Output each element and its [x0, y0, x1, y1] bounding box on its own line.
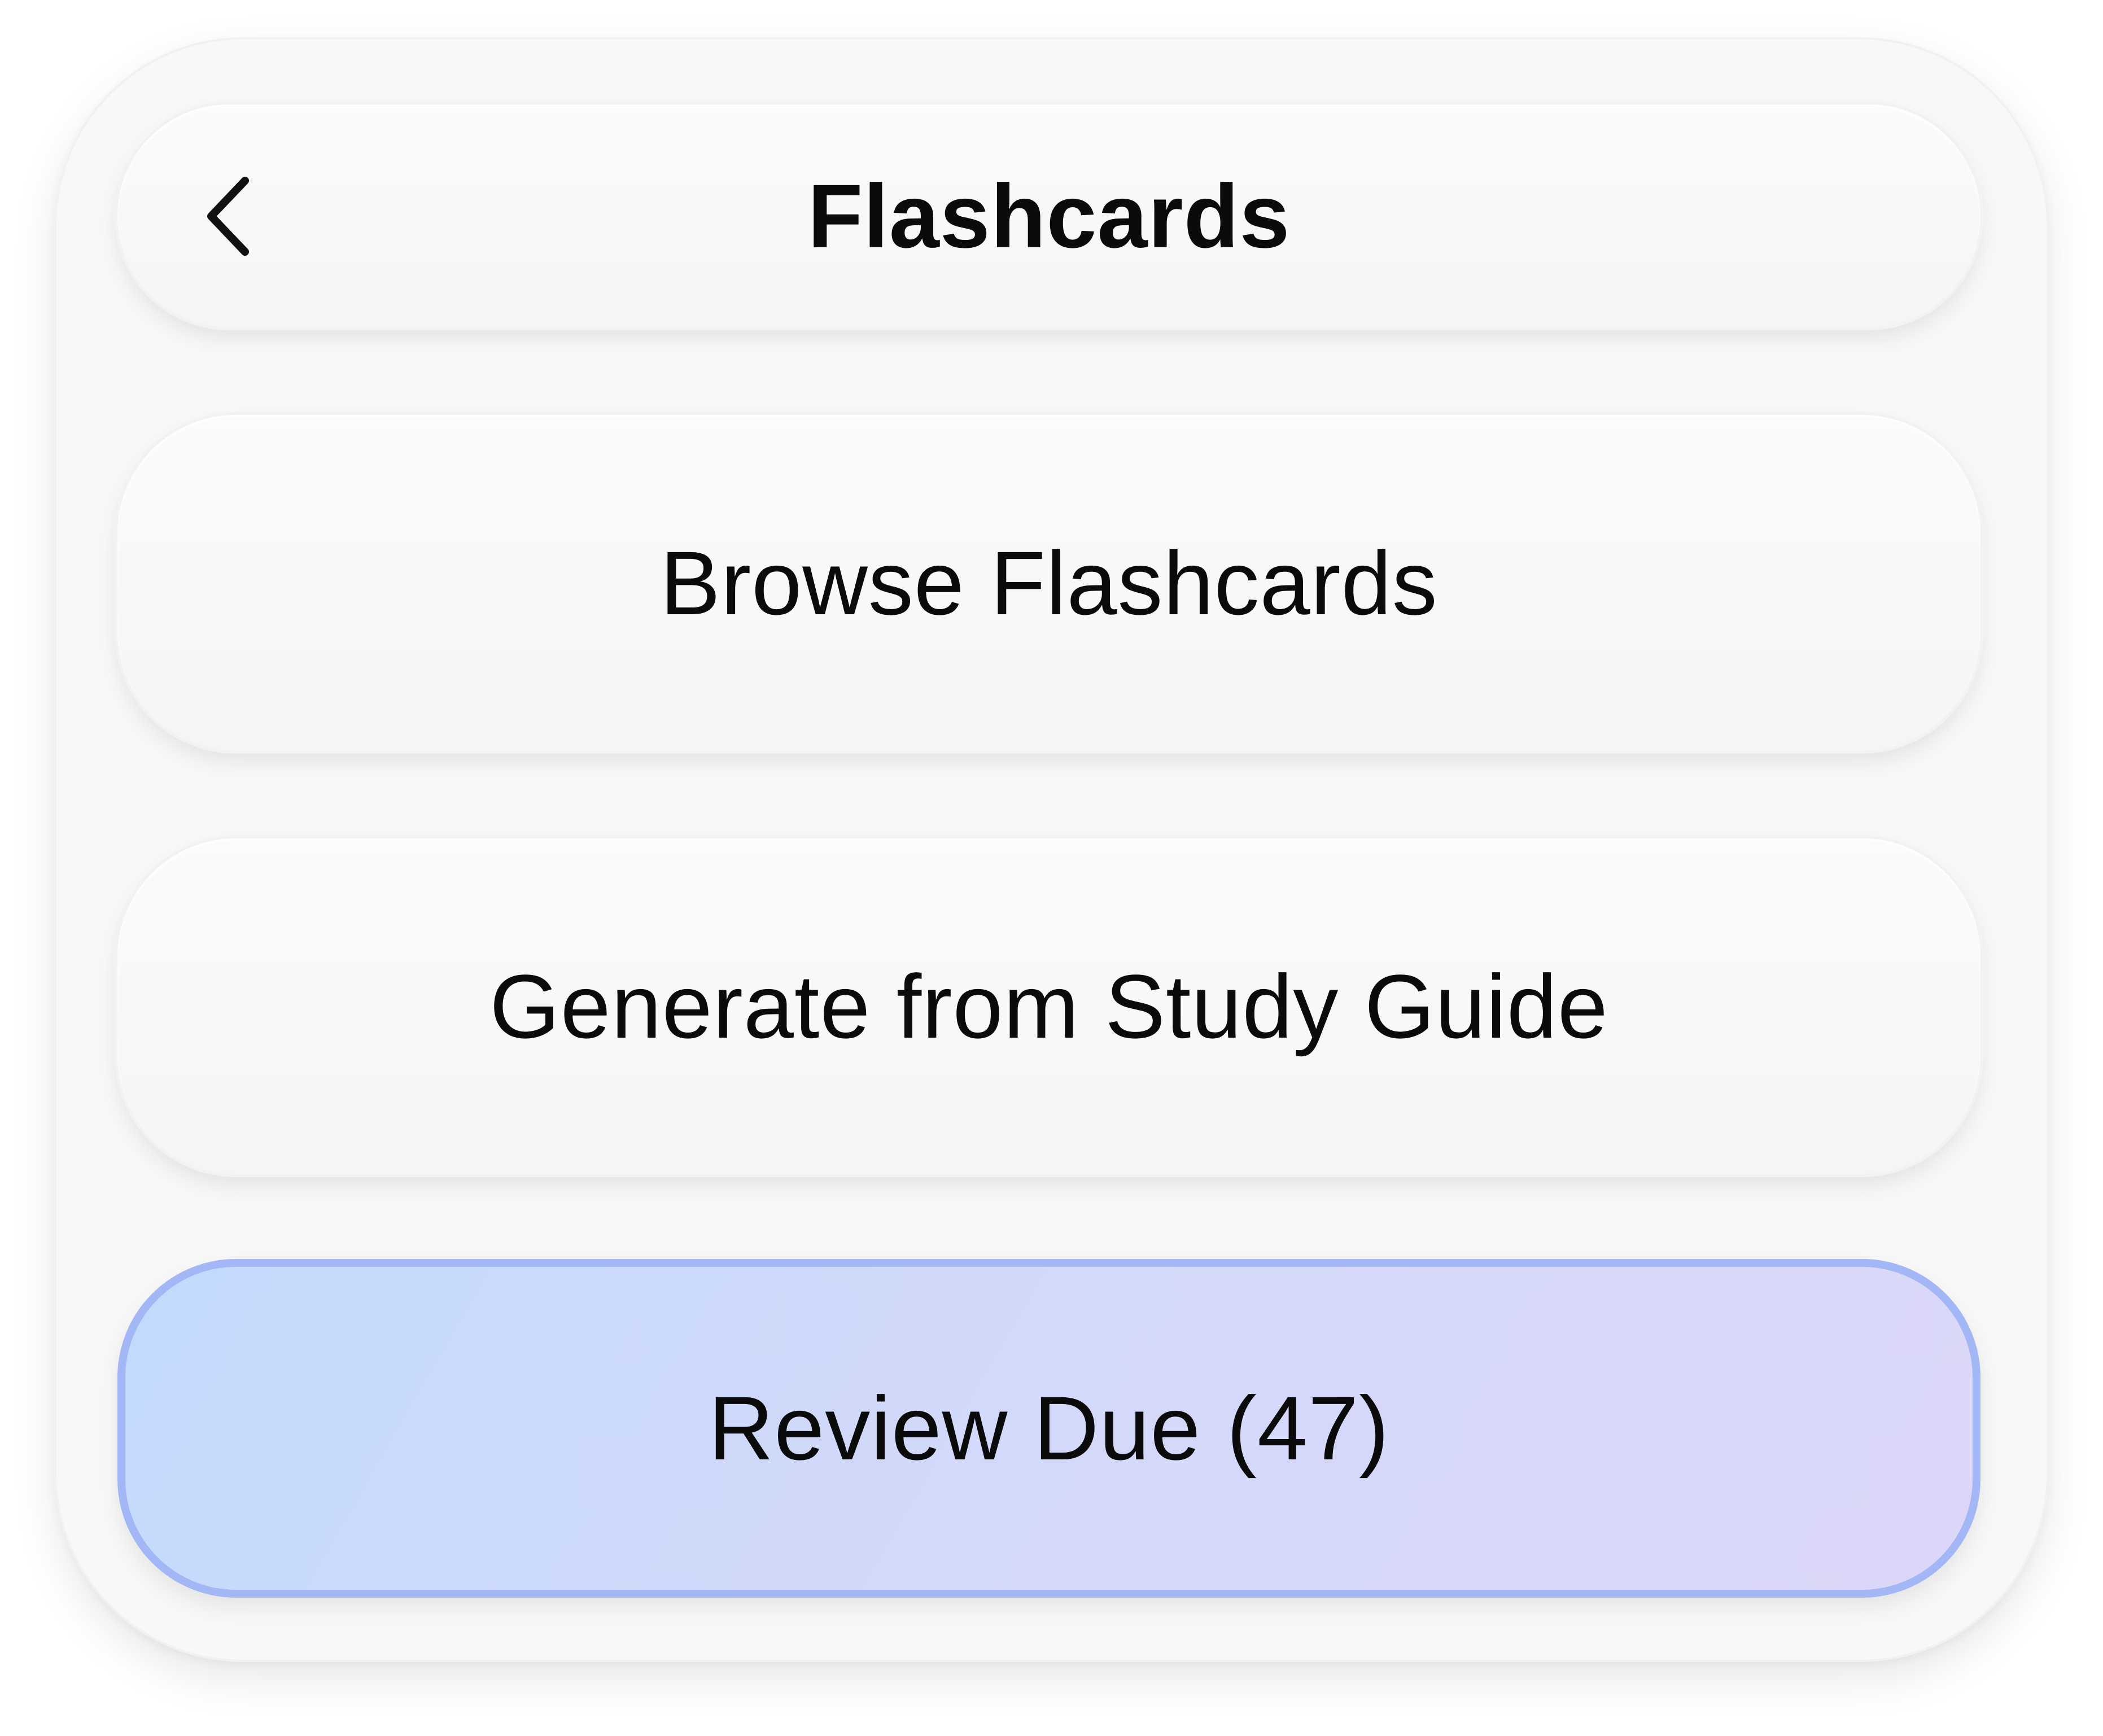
review-due-button[interactable]: Review Due (47)	[117, 1259, 1980, 1598]
generate-from-study-guide-button[interactable]: Generate from Study Guide	[117, 838, 1980, 1174]
browse-flashcards-button[interactable]: Browse Flashcards	[117, 415, 1980, 751]
back-button[interactable]	[195, 171, 263, 261]
generate-from-study-guide-label: Generate from Study Guide	[489, 955, 1608, 1057]
chevron-left-icon	[207, 176, 249, 256]
header-bar: Flashcards	[117, 104, 1980, 327]
review-due-label: Review Due (47)	[708, 1378, 1390, 1479]
browse-flashcards-label: Browse Flashcards	[660, 532, 1438, 633]
page-title: Flashcards	[807, 165, 1291, 266]
flashcards-panel: Flashcards Browse Flashcards Generate fr…	[56, 40, 2047, 1660]
